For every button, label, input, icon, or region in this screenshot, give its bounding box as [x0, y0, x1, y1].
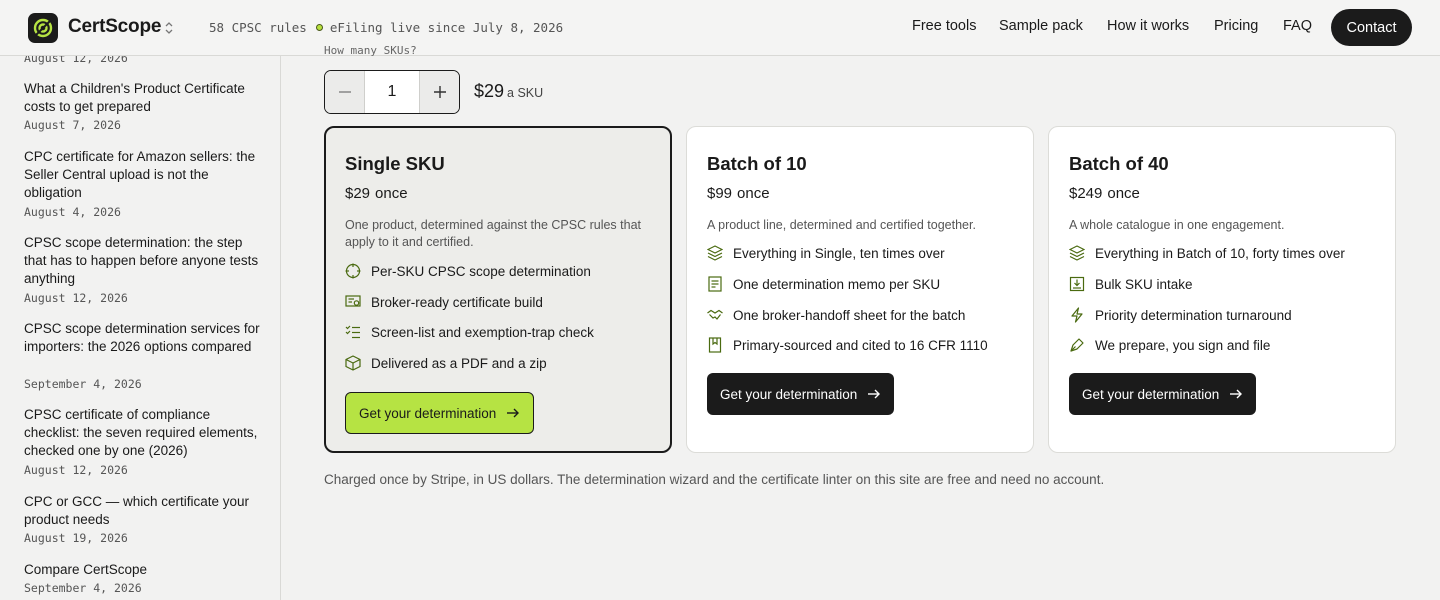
status-live: eFiling live since July 8, 2026: [329, 20, 564, 35]
plan-feature: Broker-ready certificate build: [345, 294, 543, 310]
handshake-icon: [707, 309, 723, 320]
live-dot-icon: [315, 24, 323, 31]
article-sidebar: August 12, 2026 What a Children's Produc…: [0, 56, 281, 600]
pen-icon: [1070, 338, 1084, 352]
plan-description: A whole catalogue in one engagement.: [1069, 218, 1285, 232]
pricing-footnote: Charged once by Stripe, in US dollars. T…: [324, 472, 1105, 487]
increment-button[interactable]: [420, 71, 459, 113]
arrow-right-icon: [868, 389, 881, 399]
layers-icon: [1069, 245, 1085, 261]
logo-icon[interactable]: [28, 13, 58, 43]
status-bar: 58 CPSC rules eFiling live since July 8,…: [209, 20, 563, 35]
post-date: September 4, 2026: [24, 377, 142, 391]
sidebar-post-link[interactable]: CPSC scope determination services for im…: [24, 320, 264, 356]
plan-price: $249 once: [1069, 185, 1140, 202]
book-icon: [708, 337, 722, 353]
nav-sample-pack[interactable]: Sample pack: [999, 18, 1083, 34]
nav-pricing[interactable]: Pricing: [1214, 18, 1258, 34]
plan-feature: Everything in Single, ten times over: [707, 245, 945, 261]
post-date: August 19, 2026: [24, 531, 128, 545]
intake-icon: [1069, 276, 1085, 292]
plan-card-single: Single SKU $29 once One product, determin…: [324, 126, 672, 453]
decrement-button[interactable]: [325, 71, 364, 113]
sidebar-post-link[interactable]: CPSC certificate of compliance checklist…: [24, 406, 264, 461]
top-header: CertScope 58 CPSC rules eFiling live sin…: [0, 0, 1440, 56]
post-date: August 12, 2026: [24, 463, 128, 477]
sidebar-post-link[interactable]: What a Children's Product Certificate co…: [24, 80, 264, 116]
contact-button[interactable]: Contact: [1331, 9, 1412, 46]
plan-feature: Bulk SKU intake: [1069, 276, 1193, 292]
lightning-icon: [1071, 307, 1083, 323]
plan-price: $29 once: [345, 185, 408, 202]
plan-feature: One determination memo per SKU: [707, 276, 940, 292]
chevron-updown-icon[interactable]: [163, 19, 175, 37]
plan-description: One product, determined against the CPSC…: [345, 218, 641, 249]
unit-price: $29 a SKU: [474, 81, 543, 102]
arrow-right-icon: [1230, 389, 1243, 399]
brand-name[interactable]: CertScope: [68, 16, 161, 38]
post-date: August 4, 2026: [24, 205, 121, 219]
sku-count-label: How many SKUs?: [324, 46, 417, 56]
plan-title: Single SKU: [345, 153, 445, 174]
post-date: August 7, 2026: [24, 118, 121, 132]
sidebar-post-link[interactable]: Compare CertScope: [24, 561, 264, 579]
sidebar-post-link[interactable]: CPSC scope determination: the step that …: [24, 234, 264, 289]
get-determination-button[interactable]: Get your determination: [345, 392, 535, 434]
plan-price: $99 once: [707, 185, 770, 202]
layers-icon: [707, 245, 723, 261]
plan-title: Batch of 10: [707, 153, 807, 174]
target-icon: [345, 263, 361, 279]
arrow-right-icon: [507, 408, 520, 418]
plan-description: A product line, determined and certified…: [707, 218, 976, 232]
checklist-icon: [345, 325, 360, 339]
minus-icon: [338, 91, 351, 93]
plan-feature: One broker-handoff sheet for the batch: [707, 307, 965, 323]
plan-feature: Priority determination turnaround: [1069, 307, 1292, 323]
quantity-value[interactable]: 1: [364, 71, 420, 113]
memo-icon: [708, 276, 722, 292]
package-icon: [345, 355, 361, 371]
sidebar-post-link[interactable]: CPC or GCC — which certificate your prod…: [24, 493, 264, 529]
post-date: August 12, 2026: [24, 291, 128, 305]
plan-feature: Per-SKU CPSC scope determination: [345, 263, 591, 279]
plus-icon: [433, 86, 446, 98]
plan-feature: Delivered as a PDF and a zip: [345, 355, 547, 371]
certificate-icon: [345, 295, 361, 307]
unit-price-suffix: a SKU: [507, 86, 544, 100]
get-determination-button[interactable]: Get your determination: [707, 373, 895, 415]
status-rules: 58 CPSC rules: [209, 20, 307, 35]
unit-price-value: $29: [474, 81, 505, 101]
post-date: September 4, 2026: [24, 581, 142, 595]
nav-free-tools[interactable]: Free tools: [912, 18, 976, 34]
plan-card-batch-10: Batch of 10 $99 once A product line, dete…: [686, 126, 1034, 453]
plan-title: Batch of 40: [1069, 153, 1169, 174]
plan-feature: Everything in Batch of 10, forty times o…: [1069, 245, 1345, 261]
nav-how-it-works[interactable]: How it works: [1107, 18, 1189, 34]
plan-feature: Primary-sourced and cited to 16 CFR 1110: [707, 337, 988, 353]
plan-feature: Screen-list and exemption-trap check: [345, 324, 594, 340]
plan-card-batch-40: Batch of 40 $249 once A whole catalogue i…: [1048, 126, 1396, 453]
quantity-stepper[interactable]: 1: [324, 70, 460, 114]
get-determination-button[interactable]: Get your determination: [1069, 373, 1257, 415]
post-date: August 12, 2026: [24, 56, 128, 65]
plan-feature: We prepare, you sign and file: [1069, 337, 1270, 353]
nav-faq[interactable]: FAQ: [1283, 18, 1312, 34]
sidebar-post-link[interactable]: CPC certificate for Amazon sellers: the …: [24, 148, 264, 203]
